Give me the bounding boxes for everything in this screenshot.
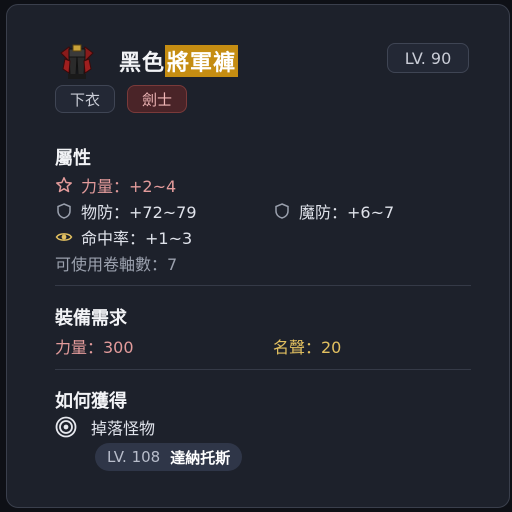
monster-source-badge[interactable]: LV. 108 達納托斯 xyxy=(95,443,243,471)
star-icon xyxy=(55,176,73,194)
item-name: 黑色 將軍褲 xyxy=(119,45,239,77)
shield-icon xyxy=(55,202,73,220)
requirement-fame: 名聲：20 xyxy=(273,338,342,357)
item-header: 黑色 將軍褲 xyxy=(55,39,239,83)
attribute-str: 力量：+2~4 xyxy=(55,173,176,197)
attribute-mdef: 魔防：+6~7 xyxy=(273,199,394,223)
requirements-title: 裝備需求 xyxy=(55,308,127,329)
requirement-str: 力量：300 xyxy=(55,338,134,357)
attribute-wdef: 物防：+72~79 xyxy=(55,199,197,223)
attribute-accuracy: 命中率：+1~3 xyxy=(55,225,192,249)
monster-level: LV. 108 xyxy=(107,448,161,466)
attributes-title: 屬性 xyxy=(55,148,91,169)
monster-name: 達納托斯 xyxy=(170,448,231,467)
item-level-badge: LV. 90 xyxy=(387,43,469,73)
obtain-method: 掉落怪物 xyxy=(55,415,155,439)
target-icon xyxy=(55,416,77,438)
item-name-prefix: 黑色 xyxy=(119,51,166,76)
tag-job-class[interactable]: 劍士 xyxy=(127,85,188,113)
item-tags: 下衣 劍士 xyxy=(55,85,188,113)
tag-equipment-type[interactable]: 下衣 xyxy=(55,85,116,113)
item-card: 黑色 將軍褲 LV. 90 下衣 劍士 屬性 力量：+2~4 物防：+72~79 … xyxy=(6,4,510,508)
divider xyxy=(55,369,471,370)
divider xyxy=(55,285,471,286)
pants-icon xyxy=(55,39,99,83)
attribute-scrolls: 可使用卷軸數：7 xyxy=(55,255,178,274)
shield-icon xyxy=(273,202,291,220)
obtain-title: 如何獲得 xyxy=(55,391,127,412)
eye-icon xyxy=(55,228,73,246)
item-name-highlight: 將軍褲 xyxy=(165,45,239,77)
